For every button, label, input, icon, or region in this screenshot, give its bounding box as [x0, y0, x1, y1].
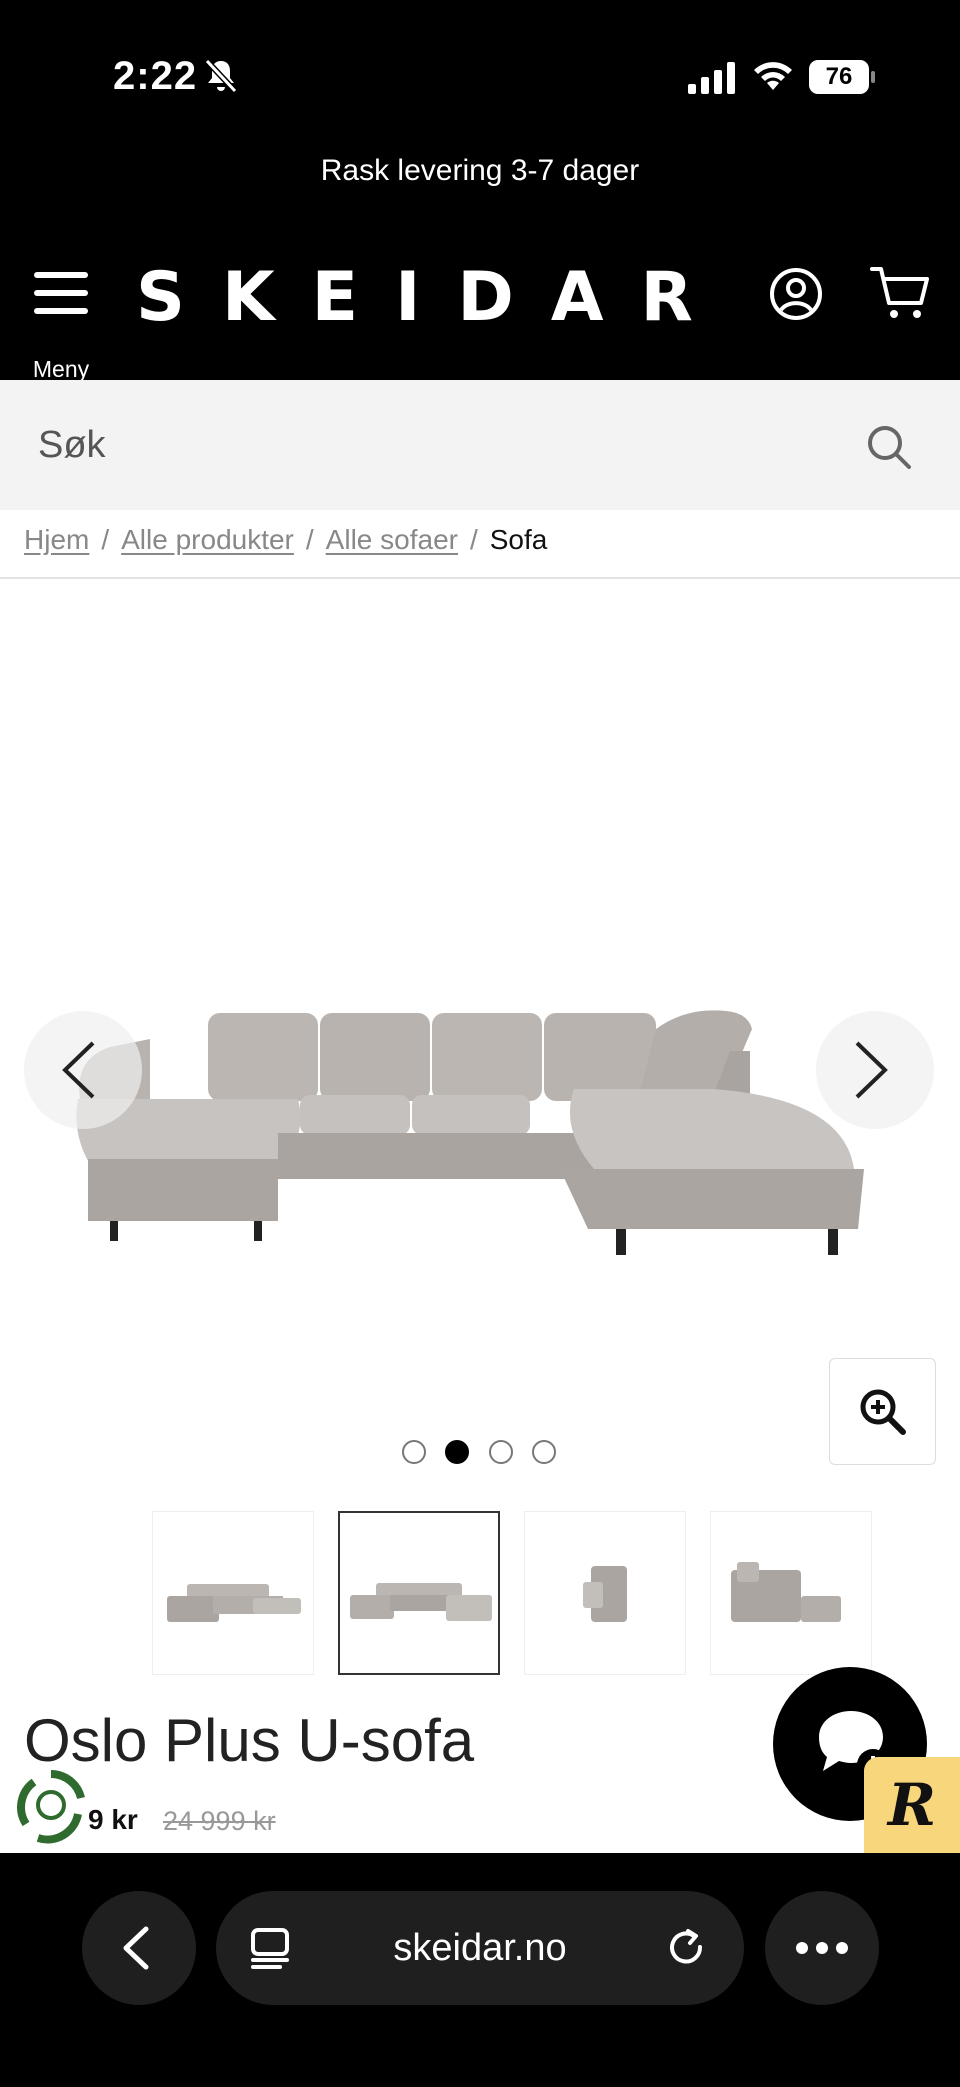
product-gallery — [0, 579, 960, 1479]
slide-dot-3[interactable] — [489, 1440, 513, 1464]
breadcrumb-all-sofas[interactable]: Alle sofaer — [326, 524, 458, 555]
battery-indicator: 76 — [809, 60, 875, 94]
wifi-icon — [754, 62, 792, 90]
sofa-thumbnail-image — [731, 1562, 841, 1622]
bell-muted-icon — [204, 58, 238, 94]
slide-indicators — [402, 1440, 562, 1464]
breadcrumb: Hjem / Alle produkter / Alle sofaer / Sofa — [24, 524, 547, 556]
chevron-left-icon — [62, 1041, 95, 1099]
eco-recycle-icon[interactable] — [12, 1766, 90, 1844]
breadcrumb-home[interactable]: Hjem — [24, 524, 89, 555]
sofa-thumbnail-image — [167, 1584, 301, 1622]
chevron-left-icon — [123, 1926, 149, 1970]
hamburger-icon — [34, 272, 88, 314]
promo-text: Rask levering 3-7 dager — [320, 154, 640, 187]
browser-toolbar: skeidar.no — [0, 1853, 960, 2087]
cart-icon[interactable] — [870, 265, 930, 321]
thumbnail-1[interactable] — [152, 1511, 314, 1675]
account-icon[interactable] — [769, 267, 823, 321]
more-dots-icon — [796, 1942, 848, 1954]
zoom-button[interactable] — [829, 1358, 936, 1465]
thumbnail-4[interactable] — [710, 1511, 872, 1675]
search-input[interactable] — [38, 412, 818, 478]
signal-icon — [688, 62, 735, 94]
slide-dot-1[interactable] — [402, 1440, 426, 1464]
breadcrumb-separator: / — [305, 524, 314, 555]
search-icon[interactable] — [866, 424, 912, 470]
breadcrumb-separator: / — [469, 524, 478, 555]
slide-dot-4[interactable] — [532, 1440, 556, 1464]
skeidar-logo[interactable]: SKEIDAR — [136, 258, 730, 337]
page: 2:22 76 Rask levering 3-7 dager Meny SKE… — [0, 0, 960, 2087]
product-old-price: 24 999 kr — [163, 1806, 276, 1836]
site-header: Meny SKEIDAR — [0, 240, 960, 382]
product-image[interactable] — [70, 999, 900, 1289]
status-bar: 2:22 76 — [0, 0, 960, 140]
previous-image-button[interactable] — [24, 1011, 142, 1129]
slide-dot-2[interactable] — [445, 1440, 469, 1464]
product-title: Oslo Plus U-sofa — [24, 1707, 475, 1774]
thumbnail-2[interactable] — [338, 1511, 500, 1675]
breadcrumb-current: Sofa — [489, 524, 548, 555]
menu-label: Meny — [32, 356, 90, 382]
status-time: 2:22 — [113, 54, 198, 98]
chevron-right-icon — [855, 1041, 888, 1099]
search-bar — [0, 380, 960, 510]
r-badge[interactable]: R — [864, 1757, 960, 1853]
next-image-button[interactable] — [816, 1011, 934, 1129]
battery-level: 76 — [809, 60, 869, 94]
menu-button[interactable]: Meny — [24, 268, 98, 382]
product-price: 9 kr — [88, 1804, 138, 1835]
thumbnail-strip — [152, 1511, 872, 1675]
breadcrumb-all-products[interactable]: Alle produkter — [121, 524, 294, 555]
url-text: skeidar.no — [393, 1927, 567, 1969]
promo-banner: Rask levering 3-7 dager — [0, 140, 960, 240]
sofa-thumbnail-image — [583, 1566, 627, 1622]
battery-nub — [871, 71, 875, 83]
address-bar[interactable]: skeidar.no — [216, 1891, 744, 2005]
sofa-thumbnail-image — [350, 1583, 492, 1621]
more-options-button[interactable] — [765, 1891, 879, 2005]
breadcrumb-separator: / — [101, 524, 110, 555]
reload-icon[interactable] — [666, 1927, 708, 1969]
thumbnail-3[interactable] — [524, 1511, 686, 1675]
browser-back-button[interactable] — [82, 1891, 196, 2005]
zoom-in-icon — [860, 1389, 906, 1435]
